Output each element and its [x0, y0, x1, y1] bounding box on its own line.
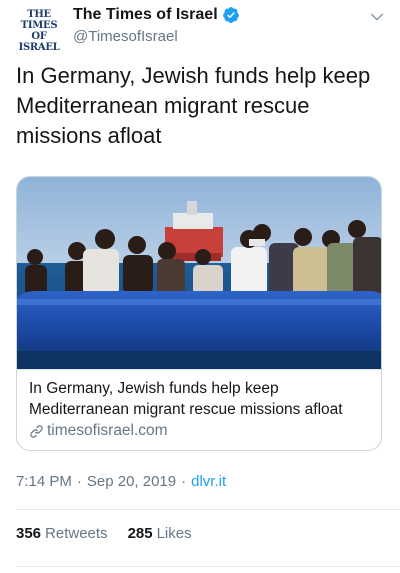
avatar[interactable]: THE TIMES OF ISRAEL	[16, 8, 62, 54]
chevron-down-icon[interactable]	[368, 8, 386, 26]
tweet-meta: 7:14 PM · Sep 20, 2019 · dlvr.it	[16, 473, 226, 490]
likes-stat[interactable]: 285 Likes	[128, 525, 192, 542]
link-card[interactable]: In Germany, Jewish funds help keep Medit…	[16, 176, 382, 451]
likes-label: Likes	[156, 525, 192, 542]
divider	[16, 566, 400, 567]
avatar-logo-text: THE TIMES OF ISRAEL	[18, 9, 60, 53]
name-row: The Times of Israel	[73, 6, 240, 24]
tweet-time[interactable]: 7:14 PM	[16, 473, 72, 490]
card-title[interactable]: In Germany, Jewish funds help keep Medit…	[29, 378, 374, 420]
likes-count: 285	[127, 525, 153, 542]
handle[interactable]: @TimesofIsrael	[73, 28, 178, 45]
tweet-text: In Germany, Jewish funds help keep Medit…	[16, 63, 371, 148]
meta-separator: ·	[181, 473, 187, 490]
retweets-count: 356	[16, 525, 42, 542]
card-image	[17, 177, 381, 369]
retweets-stat[interactable]: 356 Retweets	[16, 525, 108, 542]
tweet-date[interactable]: Sep 20, 2019	[87, 473, 176, 490]
card-domain-row[interactable]: timesofisrael.com	[29, 422, 168, 440]
verified-badge-icon	[222, 7, 239, 23]
divider	[16, 509, 400, 510]
link-icon	[30, 424, 43, 438]
card-domain: timesofisrael.com	[47, 422, 168, 439]
engagement-stats: 356 Retweets 285 Likes	[16, 525, 192, 542]
display-name[interactable]: The Times of Israel	[73, 6, 218, 24]
retweets-label: Retweets	[45, 525, 108, 542]
card-divider	[17, 369, 381, 370]
tweet-source-link[interactable]: dlvr.it	[191, 473, 226, 490]
meta-separator: ·	[76, 473, 82, 490]
tweet-header: THE TIMES OF ISRAEL The Times of Israel …	[0, 0, 400, 60]
